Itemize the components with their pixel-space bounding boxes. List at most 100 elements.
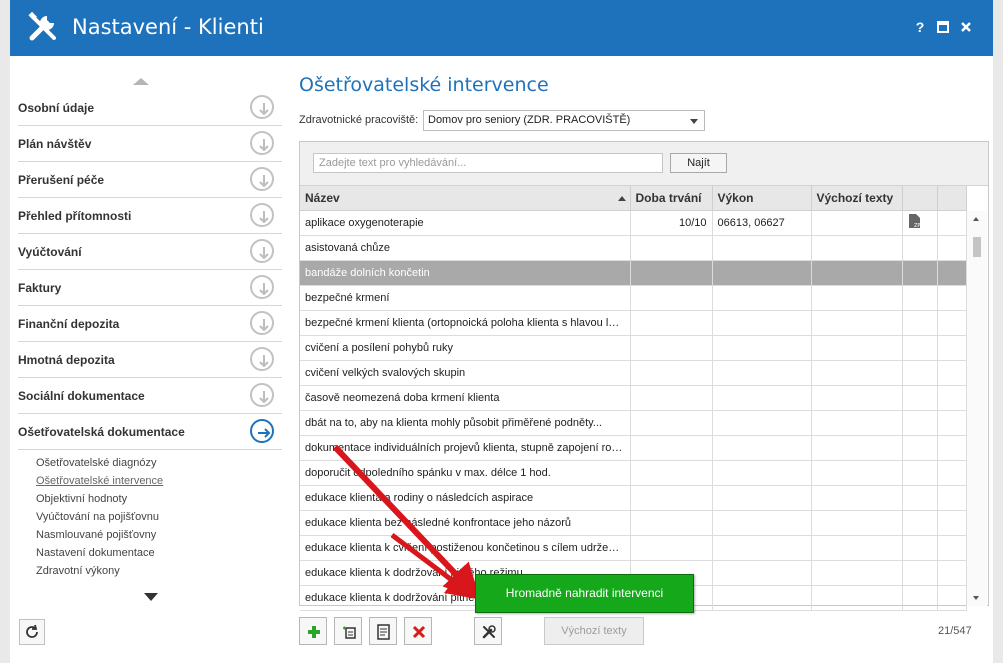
cell-duration — [630, 410, 713, 436]
table-row[interactable]: cvičení velkých svalových skupin — [300, 360, 967, 386]
table-row[interactable]: aplikace oxygenoterapie 10/10 06613, 06627… — [300, 210, 967, 236]
workplace-select[interactable]: Domov pro seniory (ZDR. PRACOVIŠTĚ) — [423, 110, 705, 131]
sidebar-subitem[interactable]: Ošetřovatelské diagnózy — [36, 457, 156, 469]
sidebar-item[interactable]: Přehled přítomnosti — [18, 198, 282, 234]
cell-doc — [902, 310, 938, 336]
arrow-down-circle-icon[interactable] — [250, 167, 274, 191]
column-header-code[interactable]: Výkon — [712, 186, 812, 211]
cell-code — [712, 460, 812, 486]
cell-defaults — [811, 560, 903, 586]
table-row[interactable]: bezpečné krmení klienta (ortopnoická pol… — [300, 310, 967, 336]
arrow-down-circle-icon[interactable] — [250, 311, 274, 335]
cell-defaults — [811, 310, 903, 336]
copy-icon — [343, 626, 356, 639]
cell-doc — [902, 410, 938, 436]
column-header-name[interactable]: Název — [300, 186, 631, 211]
cell-duration — [630, 460, 713, 486]
sidebar-item-label: Faktury — [18, 281, 62, 295]
table-row[interactable]: cvičení a posílení pohybů ruky — [300, 335, 967, 361]
maximize-button[interactable] — [934, 18, 952, 36]
edit-button[interactable] — [369, 617, 397, 645]
table-row[interactable]: bandáže dolních končetin — [300, 260, 967, 286]
cell-doc — [902, 485, 938, 511]
sidebar-item[interactable]: Finanční depozita — [18, 306, 282, 342]
sidebar-item[interactable]: Vyúčtování — [18, 234, 282, 270]
sidebar-item[interactable]: Sociální dokumentace — [18, 378, 282, 414]
search-input[interactable]: Zadejte text pro vyhledávání... — [313, 153, 663, 173]
sidebar-subitem[interactable]: Zdravotní výkony — [36, 565, 120, 577]
close-button[interactable] — [957, 18, 975, 36]
cell-doc — [902, 260, 938, 286]
scroll-down-icon[interactable] — [144, 593, 158, 601]
table-row[interactable]: asistovaná chůze — [300, 235, 967, 261]
cell-code — [712, 510, 812, 536]
column-header-duration[interactable]: Doba trvání — [630, 186, 713, 211]
sidebar-subitem[interactable]: Objektivní hodnoty — [36, 493, 127, 505]
arrow-down-circle-icon[interactable] — [250, 275, 274, 299]
document-icon[interactable]: ZP — [908, 213, 922, 229]
sidebar-item[interactable]: Faktury — [18, 270, 282, 306]
cell-defaults — [811, 260, 903, 286]
scroll-thumb[interactable] — [973, 237, 981, 257]
column-header-doc[interactable] — [902, 186, 938, 211]
arrow-right-circle-icon[interactable] — [250, 419, 274, 443]
cell-name: bandáže dolních končetin — [300, 260, 631, 286]
table-row[interactable]: dbát na to, aby na klienta mohly působit… — [300, 410, 967, 436]
sidebar-item-label: Finanční depozita — [18, 317, 120, 331]
copy-button[interactable] — [334, 617, 362, 645]
vertical-scrollbar[interactable] — [967, 211, 987, 606]
cell-doc — [902, 235, 938, 261]
sidebar-item[interactable]: Hmotná depozita — [18, 342, 282, 378]
sidebar-subitem[interactable]: Ošetřovatelské intervence — [36, 475, 163, 487]
sidebar-subitem[interactable]: Nastavení dokumentace — [36, 547, 155, 559]
cell-code — [712, 360, 812, 386]
bulk-replace-button[interactable] — [474, 617, 502, 645]
arrow-down-circle-icon[interactable] — [250, 131, 274, 155]
cell-extra — [937, 310, 967, 336]
sidebar: Osobní údaje Plán návštěv Přerušení péče Př… — [8, 72, 284, 612]
title-bar: Nastavení - Klienti ? — [10, 0, 993, 56]
sidebar-subitem[interactable]: Vyúčtování na pojišťovnu — [36, 511, 159, 523]
cell-defaults — [811, 360, 903, 386]
cell-extra — [937, 385, 967, 411]
cell-name: časově neomezená doba krmení klienta — [300, 385, 631, 411]
scroll-up-arrow-icon[interactable] — [973, 217, 979, 221]
sidebar-item[interactable]: Ošetřovatelská dokumentace — [18, 414, 282, 450]
delete-button[interactable] — [404, 617, 432, 645]
refresh-button[interactable] — [19, 619, 45, 645]
cell-defaults — [811, 285, 903, 311]
sidebar-subitem[interactable]: Nasmlouvané pojišťovny — [36, 529, 156, 541]
arrow-down-circle-icon[interactable] — [250, 347, 274, 371]
search-button[interactable]: Najít — [670, 153, 727, 173]
sidebar-item[interactable]: Plán návštěv — [18, 126, 282, 162]
cell-name: cvičení a posílení pohybů ruky — [300, 335, 631, 361]
cell-duration — [630, 235, 713, 261]
sidebar-item[interactable]: Osobní údaje — [18, 90, 282, 126]
column-header-defaults[interactable]: Výchozí texty — [811, 186, 903, 211]
cell-name: aplikace oxygenoterapie — [300, 210, 631, 236]
table-row[interactable]: edukace klienta bez následné konfrontace… — [300, 510, 967, 536]
table-row[interactable]: bezpečné krmení — [300, 285, 967, 311]
cell-duration — [630, 360, 713, 386]
table-row[interactable]: doporučit odpoledního spánku v max. délc… — [300, 460, 967, 486]
column-header-extra[interactable] — [937, 186, 967, 211]
scroll-down-arrow-icon[interactable] — [973, 596, 979, 600]
sidebar-item-label: Vyúčtování — [18, 245, 82, 259]
table-row[interactable]: edukace klienta a rodiny o následcích as… — [300, 485, 967, 511]
default-texts-button[interactable]: Výchozí texty — [544, 617, 644, 645]
arrow-down-circle-icon[interactable] — [250, 95, 274, 119]
arrow-down-circle-icon[interactable] — [250, 239, 274, 263]
help-button[interactable]: ? — [911, 18, 929, 36]
cell-doc — [902, 360, 938, 386]
sidebar-item[interactable]: Přerušení péče — [18, 162, 282, 198]
grid-table: Název Doba trvání Výkon Výchozí texty ap… — [300, 186, 967, 611]
arrow-down-circle-icon[interactable] — [250, 203, 274, 227]
cell-code — [712, 235, 812, 261]
cell-code — [712, 485, 812, 511]
scroll-up-icon[interactable] — [133, 78, 149, 85]
table-row[interactable]: časově neomezená doba krmení klienta — [300, 385, 967, 411]
add-button[interactable] — [299, 617, 327, 645]
arrow-down-circle-icon[interactable] — [250, 383, 274, 407]
table-row[interactable]: edukace klienta k cvičení postiženou kon… — [300, 535, 967, 561]
table-row[interactable]: dokumentace individuálních projevů klien… — [300, 435, 967, 461]
